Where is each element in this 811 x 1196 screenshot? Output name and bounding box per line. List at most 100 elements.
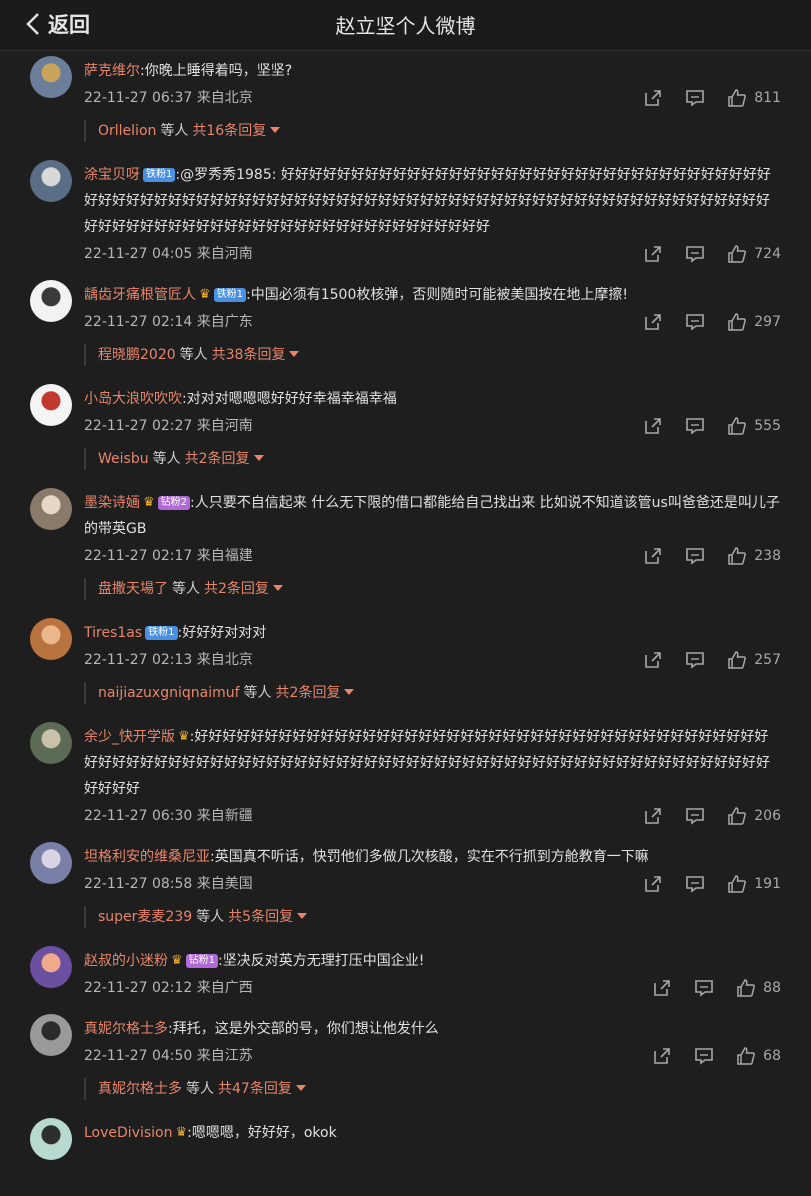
share-icon[interactable]	[642, 805, 664, 827]
comment-icon[interactable]	[684, 243, 706, 265]
like-button[interactable]: 88	[735, 974, 781, 1002]
fan-badge: 钻粉1	[185, 954, 219, 968]
avatar[interactable]	[30, 618, 72, 660]
reply-summary[interactable]: super麦麦239 等人 共5条回复	[84, 906, 811, 928]
like-count: 191	[754, 876, 781, 892]
crown-icon: ♛	[199, 287, 211, 302]
commenter-name[interactable]: LoveDivision	[84, 1125, 172, 1141]
avatar[interactable]	[30, 160, 72, 202]
reply-summary[interactable]: Orllelion 等人 共16条回复	[84, 120, 811, 142]
avatar[interactable]	[30, 1118, 72, 1160]
comment-time: 22-11-27 08:58 来自美国	[84, 876, 253, 892]
reply-user[interactable]: Orllelion	[98, 123, 156, 139]
avatar[interactable]	[30, 842, 72, 884]
avatar[interactable]	[30, 946, 72, 988]
reply-total[interactable]: 共2条回复	[276, 685, 341, 701]
comment-item: 坦格利安的维桑尼亚:英国真不听话，快罚他们多做几次核酸，实在不行抓到方舱教育一下…	[0, 836, 811, 940]
comment-icon[interactable]	[693, 977, 715, 999]
share-icon[interactable]	[642, 243, 664, 265]
like-button[interactable]: 68	[735, 1042, 781, 1070]
reply-summary[interactable]: 真妮尔格士多 等人 共47条回复	[84, 1078, 811, 1100]
comment-icon[interactable]	[684, 873, 706, 895]
reply-total[interactable]: 共16条回复	[192, 123, 266, 139]
comment-icon[interactable]	[684, 87, 706, 109]
reply-mid: 等人	[186, 1081, 214, 1097]
like-button[interactable]: 555	[726, 412, 781, 440]
thumbs-up-icon	[726, 87, 748, 109]
top-bar: 返回 赵立坚个人微博	[0, 0, 811, 51]
share-icon[interactable]	[642, 311, 664, 333]
like-button[interactable]: 811	[726, 84, 781, 112]
reply-summary[interactable]: naijiazuxgniqnaimuf 等人 共2条回复	[84, 682, 811, 704]
chevron-down-icon	[344, 689, 355, 695]
commenter-name[interactable]: 涂宝贝呀	[84, 167, 140, 183]
comment-icon[interactable]	[684, 545, 706, 567]
crown-icon: ♛	[143, 495, 155, 510]
avatar[interactable]	[30, 384, 72, 426]
share-icon[interactable]	[642, 415, 664, 437]
avatar[interactable]	[30, 488, 72, 530]
share-icon[interactable]	[642, 649, 664, 671]
comment-icon[interactable]	[693, 1045, 715, 1067]
comment-icon[interactable]	[684, 311, 706, 333]
reply-summary[interactable]: 盘撒天場了 等人 共2条回复	[84, 578, 811, 600]
avatar[interactable]	[30, 722, 72, 764]
thumbs-up-icon	[726, 805, 748, 827]
reply-user[interactable]: 程晓鹏2020	[98, 347, 176, 363]
fan-badge: 铁粉1	[145, 626, 178, 640]
reply-summary[interactable]: 程晓鹏2020 等人 共38条回复	[84, 344, 811, 366]
commenter-name[interactable]: 墨染诗婳	[84, 495, 140, 511]
like-count: 811	[754, 90, 781, 106]
comment-list: 萨克维尔:你晚上睡得着吗，坚坚? 22-11-27 06:37 来自北京 811 …	[0, 50, 811, 1160]
share-icon[interactable]	[651, 977, 673, 999]
like-count: 724	[754, 246, 781, 262]
page-title: 赵立坚个人微博	[335, 14, 476, 38]
like-button[interactable]: 191	[726, 870, 781, 898]
like-button[interactable]: 297	[726, 308, 781, 336]
reply-user[interactable]: 盘撒天場了	[98, 581, 168, 597]
commenter-name[interactable]: Tires1as	[84, 625, 142, 641]
commenter-name[interactable]: 赵叔的小迷粉	[84, 953, 168, 969]
share-icon[interactable]	[651, 1045, 673, 1067]
reply-total[interactable]: 共47条回复	[218, 1081, 292, 1097]
reply-total[interactable]: 共5条回复	[228, 909, 293, 925]
like-button[interactable]: 206	[726, 802, 781, 830]
comment-icon[interactable]	[684, 415, 706, 437]
share-icon[interactable]	[642, 545, 664, 567]
avatar[interactable]	[30, 1014, 72, 1056]
comment-time: 22-11-27 02:27 来自河南	[84, 418, 253, 434]
comment-icon[interactable]	[684, 805, 706, 827]
like-count: 257	[754, 652, 781, 668]
commenter-name[interactable]: 余少_快开学版	[84, 729, 175, 745]
reply-user[interactable]: 真妮尔格士多	[98, 1081, 182, 1097]
share-icon[interactable]	[642, 87, 664, 109]
commenter-name[interactable]: 萨克维尔	[84, 63, 140, 79]
reply-mid: 等人	[196, 909, 225, 925]
reply-total[interactable]: 共2条回复	[204, 581, 269, 597]
commenter-name[interactable]: 龋齿牙痛根管匠人	[84, 287, 196, 303]
reply-user[interactable]: Weisbu	[98, 451, 149, 467]
comment-icon[interactable]	[684, 649, 706, 671]
thumbs-up-icon	[726, 311, 748, 333]
reply-user[interactable]: naijiazuxgniqnaimuf	[98, 685, 240, 701]
reply-total[interactable]: 共2条回复	[185, 451, 250, 467]
comment-time: 22-11-27 02:13 来自北京	[84, 652, 253, 668]
thumbs-up-icon	[735, 1045, 757, 1067]
reply-mid: 等人	[172, 581, 200, 597]
avatar[interactable]	[30, 56, 72, 98]
comment-time: 22-11-27 04:05 来自河南	[84, 246, 253, 262]
like-button[interactable]: 257	[726, 646, 781, 674]
commenter-name[interactable]: 真妮尔格士多	[84, 1021, 168, 1037]
comment-time: 22-11-27 02:12 来自广西	[84, 980, 253, 996]
reply-total[interactable]: 共38条回复	[212, 347, 286, 363]
commenter-name[interactable]: 坦格利安的维桑尼亚	[84, 849, 210, 865]
like-button[interactable]: 238	[726, 542, 781, 570]
reply-user[interactable]: super麦麦239	[98, 909, 192, 925]
reply-summary[interactable]: Weisbu 等人 共2条回复	[84, 448, 811, 470]
share-icon[interactable]	[642, 873, 664, 895]
commenter-name[interactable]: 小岛大浪吹吹吹	[84, 391, 182, 407]
like-count: 238	[754, 548, 781, 564]
avatar[interactable]	[30, 280, 72, 322]
like-button[interactable]: 724	[726, 240, 781, 268]
like-count: 297	[754, 314, 781, 330]
